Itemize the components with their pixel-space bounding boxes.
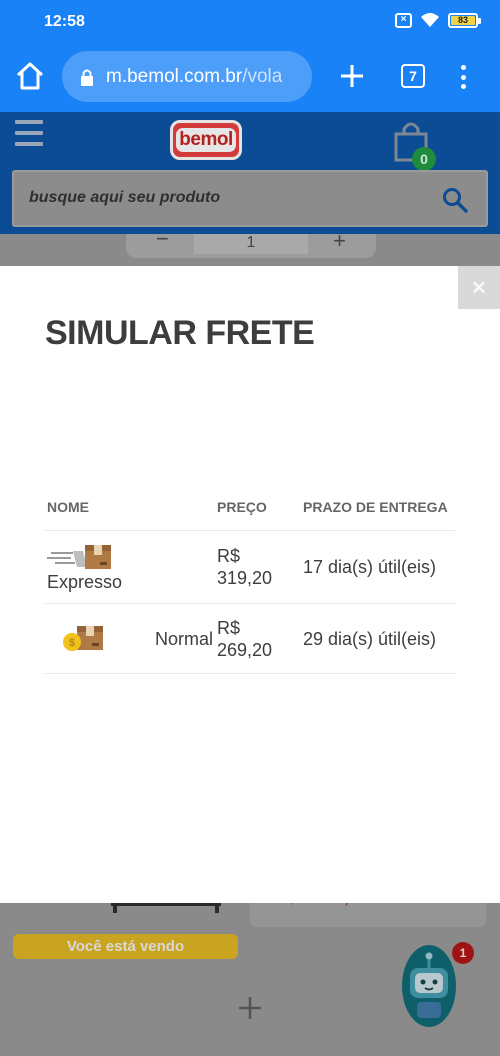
- bemol-logo[interactable]: bemol: [170, 120, 242, 160]
- modal-title: SIMULAR FRETE: [45, 314, 315, 352]
- selling-badge: Você está vendo: [13, 934, 238, 959]
- search-placeholder: busque aqui seu produto: [29, 189, 221, 206]
- browser-toolbar: m.bemol.com.br/vola 7: [0, 42, 500, 112]
- hamburger-menu-icon[interactable]: [15, 120, 43, 146]
- status-icons: × 83: [395, 12, 481, 28]
- tab-switcher-button[interactable]: 7: [401, 64, 425, 88]
- table-row: $ Normal R$ 269,20 29 dia(s) útil(eis): [45, 603, 455, 674]
- lock-icon: [81, 69, 93, 86]
- table-row: Expresso R$ 319,20 17 dia(s) útil(eis): [45, 530, 455, 604]
- address-bar[interactable]: m.bemol.com.br/vola: [62, 51, 312, 102]
- chat-notification-badge: 1: [452, 942, 474, 964]
- more-options-icon[interactable]: [455, 62, 471, 92]
- search-icon[interactable]: [442, 187, 468, 213]
- shipping-deadline: 29 dia(s) útil(eis): [301, 603, 455, 674]
- column-header-name: NOME: [45, 494, 215, 531]
- quantity-stepper: − 1 +: [126, 226, 376, 258]
- svg-text:$: $: [69, 637, 75, 649]
- plus-icon[interactable]: [236, 994, 264, 1022]
- chatbot-robot-icon[interactable]: [401, 944, 457, 1028]
- shipping-name-cell: Expresso: [45, 530, 215, 604]
- table-header-row: NOME PREÇO PRAZO DE ENTREGA: [45, 494, 455, 531]
- battery-level: 83: [451, 15, 475, 25]
- site-header: bemol 0 busque aqui seu produto: [0, 112, 500, 234]
- status-time: 12:58: [44, 13, 85, 30]
- new-tab-icon[interactable]: [338, 62, 366, 90]
- url-path: /vola: [242, 65, 283, 87]
- quantity-value[interactable]: 1: [194, 234, 308, 254]
- cart-count-badge: 0: [412, 147, 436, 171]
- quantity-increase-button[interactable]: +: [333, 228, 346, 254]
- home-icon[interactable]: [14, 60, 46, 92]
- shipping-simulator-modal: × SIMULAR FRETE NOME PREÇO PRAZO DE ENTR…: [0, 266, 500, 903]
- shipping-name-cell: $ Normal: [45, 603, 215, 674]
- close-icon[interactable]: ×: [458, 266, 500, 309]
- no-sim-icon: ×: [395, 12, 412, 28]
- shipping-name: Expresso: [47, 572, 123, 592]
- column-header-price: PREÇO: [215, 494, 301, 531]
- shipping-name: Normal: [154, 628, 213, 649]
- wifi-icon: [421, 13, 439, 27]
- express-shipping-icon: [47, 545, 111, 569]
- column-header-deadline: PRAZO DE ENTREGA: [301, 494, 455, 531]
- logo-text: bemol: [176, 128, 236, 152]
- shipping-deadline: 17 dia(s) útil(eis): [301, 530, 455, 604]
- search-input[interactable]: busque aqui seu produto: [12, 170, 488, 227]
- normal-shipping-icon: $: [63, 625, 103, 651]
- url-host: m.bemol.com.br: [106, 65, 243, 87]
- battery-icon: 83: [448, 12, 481, 28]
- status-bar: 12:58 × 83: [0, 0, 500, 42]
- product-image-fragment: [111, 903, 221, 913]
- quantity-decrease-button[interactable]: −: [156, 226, 169, 252]
- shipping-price: R$ 269,20: [215, 603, 301, 674]
- shipping-price: R$ 319,20: [215, 530, 301, 604]
- shipping-options-table: NOME PREÇO PRAZO DE ENTREGA Expresso R$ …: [45, 494, 455, 674]
